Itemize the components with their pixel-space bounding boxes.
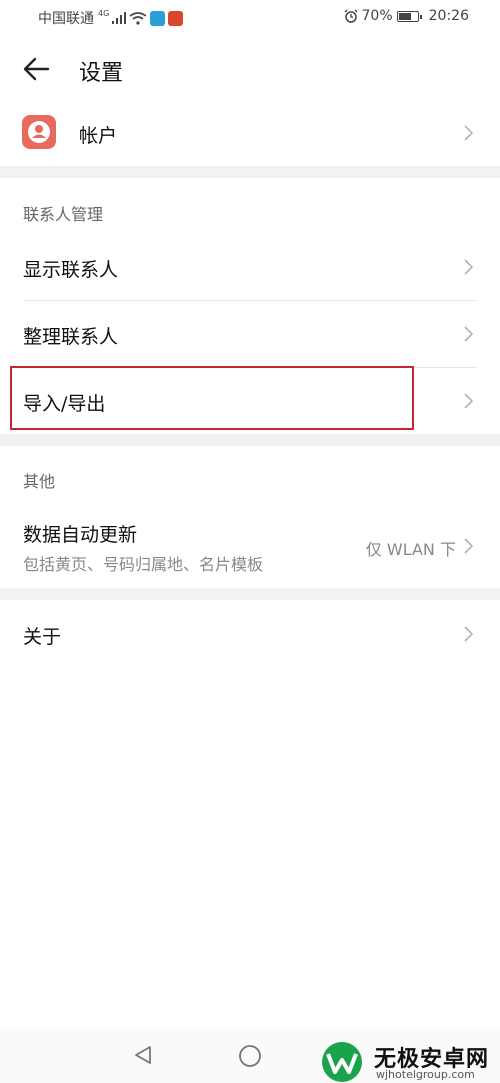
section-gap xyxy=(0,166,500,178)
section-gap xyxy=(0,588,500,600)
account-label: 帐户 xyxy=(79,125,118,147)
alarm-icon xyxy=(344,9,357,23)
chevron-right-icon xyxy=(464,393,474,409)
wifi-icon xyxy=(129,11,147,25)
back-button[interactable] xyxy=(18,50,56,88)
signal-icon xyxy=(112,12,127,24)
row-value: 仅 WLAN 下 xyxy=(365,540,456,559)
row-sub-label: 包括黄页、号码归属地、名片模板 xyxy=(23,555,264,574)
row-label: 数据自动更新 xyxy=(23,524,138,546)
arrow-left-icon xyxy=(23,57,50,81)
status-bar-right: 70% 20:26 xyxy=(344,8,469,24)
chevron-right-icon xyxy=(464,259,474,275)
section-header-other: 其他 xyxy=(23,472,56,491)
chevron-right-icon xyxy=(464,626,474,642)
organize-contacts-row[interactable]: 整理联系人 xyxy=(0,301,500,367)
page-title: 设置 xyxy=(79,61,124,86)
section-header-contacts: 联系人管理 xyxy=(23,205,104,224)
chevron-right-icon xyxy=(464,538,474,554)
chevron-right-icon xyxy=(464,125,474,141)
about-row[interactable]: 关于 xyxy=(0,600,500,666)
status-time: 20:26 xyxy=(428,8,469,24)
app-notification-icon xyxy=(150,10,166,26)
watermark-w-icon xyxy=(322,1042,362,1082)
status-bar-left: 中国联通 4G xyxy=(38,8,184,28)
app-notification-icon xyxy=(168,10,184,26)
network-type-label: 4G xyxy=(98,8,110,18)
row-label: 整理联系人 xyxy=(23,326,119,348)
chevron-right-icon xyxy=(464,326,474,342)
row-label: 显示联系人 xyxy=(23,259,119,281)
row-label: 关于 xyxy=(23,626,62,648)
back-triangle-icon[interactable] xyxy=(132,1044,154,1066)
display-contacts-row[interactable]: 显示联系人 xyxy=(0,234,500,300)
section-gap xyxy=(0,434,500,446)
watermark-url: wjhotelgroup.com xyxy=(376,1068,475,1081)
app-header: 设置 xyxy=(0,36,500,100)
data-auto-update-row[interactable]: 数据自动更新 包括黄页、号码归属地、名片模板 仅 WLAN 下 xyxy=(0,506,500,588)
watermark-logo: 无极安卓网 wjhotelgroup.com xyxy=(316,1040,500,1083)
person-icon xyxy=(22,115,56,149)
status-bar: 中国联通 4G 70% 20:26 xyxy=(0,0,500,36)
carrier-label: 中国联通 xyxy=(38,11,94,27)
highlight-box xyxy=(10,366,414,430)
account-row[interactable]: 帐户 xyxy=(0,100,500,166)
home-circle-icon[interactable] xyxy=(238,1044,262,1068)
battery-level-fill xyxy=(398,12,411,20)
battery-percent: 70% xyxy=(361,8,393,24)
battery-icon xyxy=(396,10,422,22)
